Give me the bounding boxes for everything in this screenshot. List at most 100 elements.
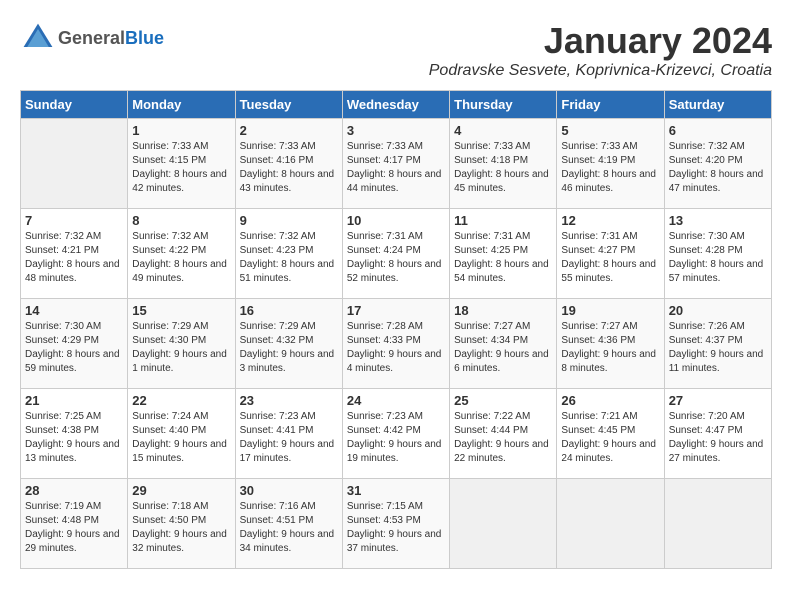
calendar-cell: 8 Sunrise: 7:32 AMSunset: 4:22 PMDaylight…: [128, 209, 235, 299]
calendar-table: SundayMondayTuesdayWednesdayThursdayFrid…: [20, 90, 772, 569]
day-info: Sunrise: 7:15 AMSunset: 4:53 PMDaylight:…: [347, 500, 445, 556]
day-number: 30: [240, 483, 338, 498]
day-number: 4: [454, 123, 552, 138]
calendar-cell: 13Sunrise: 7:30 AMSunset: 4:28 PMDayligh…: [664, 209, 771, 299]
calendar-week-row: 1 Sunrise: 7:33 AMSunset: 4:15 PMDaylight…: [21, 119, 772, 209]
calendar-cell: 30 Sunrise: 7:16 AMSunset: 4:51 PMDayligh…: [235, 479, 342, 569]
day-info: Sunrise: 7:23 AMSunset: 4:41 PMDaylight:…: [240, 410, 338, 466]
day-number: 23: [240, 393, 338, 408]
calendar-cell: 25Sunrise: 7:22 AMSunset: 4:44 PMDayligh…: [450, 389, 557, 479]
day-number: 24: [347, 393, 445, 408]
day-number: 20: [669, 303, 767, 318]
day-number: 28: [25, 483, 123, 498]
calendar-cell: 18 Sunrise: 7:27 AMSunset: 4:34 PMDayligh…: [450, 299, 557, 389]
day-number: 2: [240, 123, 338, 138]
location-title: Podravske Sesvete, Koprivnica-Krizevci, …: [429, 62, 772, 80]
calendar-body: 1 Sunrise: 7:33 AMSunset: 4:15 PMDaylight…: [21, 119, 772, 569]
calendar-cell: 17 Sunrise: 7:28 AMSunset: 4:33 PMDayligh…: [342, 299, 449, 389]
day-info: Sunrise: 7:16 AMSunset: 4:51 PMDaylight:…: [240, 500, 338, 556]
day-info: Sunrise: 7:33 AMSunset: 4:15 PMDaylight:…: [132, 140, 230, 196]
day-info: Sunrise: 7:32 AMSunset: 4:23 PMDaylight:…: [240, 230, 338, 286]
calendar-cell: [21, 119, 128, 209]
day-number: 1: [132, 123, 230, 138]
day-info: Sunrise: 7:24 AMSunset: 4:40 PMDaylight:…: [132, 410, 230, 466]
day-info: Sunrise: 7:33 AMSunset: 4:17 PMDaylight:…: [347, 140, 445, 196]
calendar-cell: 21 Sunrise: 7:25 AMSunset: 4:38 PMDayligh…: [21, 389, 128, 479]
calendar-cell: 7 Sunrise: 7:32 AMSunset: 4:21 PMDaylight…: [21, 209, 128, 299]
day-info: Sunrise: 7:19 AMSunset: 4:48 PMDaylight:…: [25, 500, 123, 556]
day-number: 16: [240, 303, 338, 318]
calendar-cell: 1 Sunrise: 7:33 AMSunset: 4:15 PMDaylight…: [128, 119, 235, 209]
calendar-cell: 23 Sunrise: 7:23 AMSunset: 4:41 PMDayligh…: [235, 389, 342, 479]
month-title: January 2024: [429, 20, 772, 62]
day-number: 5: [561, 123, 659, 138]
calendar-cell: 31 Sunrise: 7:15 AMSunset: 4:53 PMDayligh…: [342, 479, 449, 569]
calendar-cell: 29 Sunrise: 7:18 AMSunset: 4:50 PMDayligh…: [128, 479, 235, 569]
day-info: Sunrise: 7:31 AMSunset: 4:27 PMDaylight:…: [561, 230, 659, 286]
day-number: 18: [454, 303, 552, 318]
day-info: Sunrise: 7:25 AMSunset: 4:38 PMDaylight:…: [25, 410, 123, 466]
calendar-cell: 15 Sunrise: 7:29 AMSunset: 4:30 PMDayligh…: [128, 299, 235, 389]
day-info: Sunrise: 7:31 AMSunset: 4:25 PMDaylight:…: [454, 230, 552, 286]
calendar-cell: [450, 479, 557, 569]
day-info: Sunrise: 7:29 AMSunset: 4:32 PMDaylight:…: [240, 320, 338, 376]
day-number: 3: [347, 123, 445, 138]
calendar-cell: 19Sunrise: 7:27 AMSunset: 4:36 PMDayligh…: [557, 299, 664, 389]
day-info: Sunrise: 7:32 AMSunset: 4:21 PMDaylight:…: [25, 230, 123, 286]
calendar-header-cell: Wednesday: [342, 91, 449, 119]
day-info: Sunrise: 7:27 AMSunset: 4:36 PMDaylight:…: [561, 320, 659, 376]
logo-text-general: General: [58, 28, 125, 48]
day-info: Sunrise: 7:28 AMSunset: 4:33 PMDaylight:…: [347, 320, 445, 376]
day-info: Sunrise: 7:33 AMSunset: 4:18 PMDaylight:…: [454, 140, 552, 196]
calendar-cell: 28 Sunrise: 7:19 AMSunset: 4:48 PMDayligh…: [21, 479, 128, 569]
day-info: Sunrise: 7:27 AMSunset: 4:34 PMDaylight:…: [454, 320, 552, 376]
day-number: 29: [132, 483, 230, 498]
day-number: 11: [454, 213, 552, 228]
calendar-cell: 9 Sunrise: 7:32 AMSunset: 4:23 PMDaylight…: [235, 209, 342, 299]
day-info: Sunrise: 7:33 AMSunset: 4:19 PMDaylight:…: [561, 140, 659, 196]
calendar-cell: 24 Sunrise: 7:23 AMSunset: 4:42 PMDayligh…: [342, 389, 449, 479]
calendar-cell: [664, 479, 771, 569]
day-number: 15: [132, 303, 230, 318]
calendar-header-cell: Tuesday: [235, 91, 342, 119]
calendar-week-row: 28 Sunrise: 7:19 AMSunset: 4:48 PMDayligh…: [21, 479, 772, 569]
day-number: 9: [240, 213, 338, 228]
calendar-header-cell: Friday: [557, 91, 664, 119]
day-info: Sunrise: 7:31 AMSunset: 4:24 PMDaylight:…: [347, 230, 445, 286]
day-number: 17: [347, 303, 445, 318]
day-number: 31: [347, 483, 445, 498]
calendar-header-row: SundayMondayTuesdayWednesdayThursdayFrid…: [21, 91, 772, 119]
day-number: 6: [669, 123, 767, 138]
day-info: Sunrise: 7:23 AMSunset: 4:42 PMDaylight:…: [347, 410, 445, 466]
calendar-cell: 16 Sunrise: 7:29 AMSunset: 4:32 PMDayligh…: [235, 299, 342, 389]
calendar-week-row: 21 Sunrise: 7:25 AMSunset: 4:38 PMDayligh…: [21, 389, 772, 479]
day-info: Sunrise: 7:32 AMSunset: 4:20 PMDaylight:…: [669, 140, 767, 196]
day-number: 14: [25, 303, 123, 318]
day-info: Sunrise: 7:32 AMSunset: 4:22 PMDaylight:…: [132, 230, 230, 286]
day-info: Sunrise: 7:29 AMSunset: 4:30 PMDaylight:…: [132, 320, 230, 376]
day-number: 10: [347, 213, 445, 228]
title-block: January 2024 Podravske Sesvete, Koprivni…: [429, 20, 772, 80]
day-number: 21: [25, 393, 123, 408]
calendar-cell: 4 Sunrise: 7:33 AMSunset: 4:18 PMDaylight…: [450, 119, 557, 209]
calendar-cell: 2 Sunrise: 7:33 AMSunset: 4:16 PMDaylight…: [235, 119, 342, 209]
day-number: 27: [669, 393, 767, 408]
calendar-cell: 14 Sunrise: 7:30 AMSunset: 4:29 PMDayligh…: [21, 299, 128, 389]
calendar-cell: 6 Sunrise: 7:32 AMSunset: 4:20 PMDaylight…: [664, 119, 771, 209]
day-number: 8: [132, 213, 230, 228]
page-header: GeneralBlue January 2024 Podravske Sesve…: [20, 20, 772, 80]
day-info: Sunrise: 7:18 AMSunset: 4:50 PMDaylight:…: [132, 500, 230, 556]
day-number: 22: [132, 393, 230, 408]
calendar-week-row: 7 Sunrise: 7:32 AMSunset: 4:21 PMDaylight…: [21, 209, 772, 299]
day-number: 12: [561, 213, 659, 228]
day-info: Sunrise: 7:21 AMSunset: 4:45 PMDaylight:…: [561, 410, 659, 466]
day-info: Sunrise: 7:30 AMSunset: 4:29 PMDaylight:…: [25, 320, 123, 376]
calendar-cell: 26Sunrise: 7:21 AMSunset: 4:45 PMDayligh…: [557, 389, 664, 479]
calendar-cell: 27Sunrise: 7:20 AMSunset: 4:47 PMDayligh…: [664, 389, 771, 479]
day-number: 13: [669, 213, 767, 228]
calendar-header-cell: Monday: [128, 91, 235, 119]
day-info: Sunrise: 7:33 AMSunset: 4:16 PMDaylight:…: [240, 140, 338, 196]
calendar-week-row: 14 Sunrise: 7:30 AMSunset: 4:29 PMDayligh…: [21, 299, 772, 389]
calendar-cell: [557, 479, 664, 569]
day-number: 7: [25, 213, 123, 228]
